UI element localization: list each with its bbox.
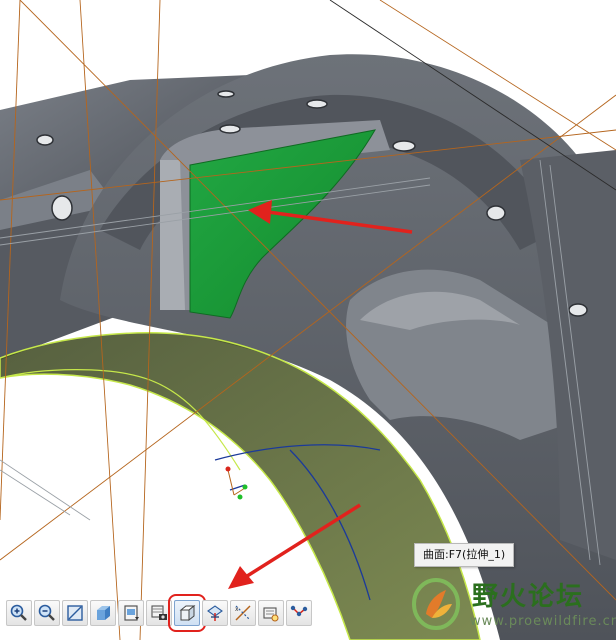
- zoom-in-button[interactable]: [6, 600, 32, 626]
- selection-tooltip: 曲面:F7(拉伸_1): [414, 543, 515, 567]
- cube-shaded-icon: [97, 606, 110, 620]
- refit-icon: [67, 605, 83, 621]
- datum-planes-button[interactable]: [202, 600, 228, 626]
- annotation-icon: [290, 605, 308, 617]
- cube-edges-icon: [179, 604, 196, 622]
- svg-text:x: x: [235, 606, 239, 613]
- forum-watermark: 野火论坛 www.proewildfire.cn: [404, 572, 616, 638]
- datum-plane-icon: [207, 605, 223, 621]
- saved-views-button[interactable]: [118, 600, 144, 626]
- spin-center-icon: [263, 607, 279, 622]
- datum-axes-button[interactable]: x: [230, 600, 256, 626]
- view-toolbar: x: [0, 593, 312, 633]
- saved-view-icon: [124, 605, 139, 621]
- view-manager-button[interactable]: [146, 600, 172, 626]
- forum-name: 野火论坛: [472, 582, 585, 612]
- forum-logo-icon: [412, 578, 460, 630]
- refit-button[interactable]: [62, 600, 88, 626]
- display-style-button[interactable]: [168, 594, 206, 632]
- camera-icon: [151, 605, 167, 620]
- zoom-out-icon: [38, 604, 55, 621]
- model-viewport[interactable]: [0, 0, 616, 640]
- annotation-display-button[interactable]: [286, 600, 312, 626]
- spin-center-button[interactable]: [258, 600, 284, 626]
- zoom-out-button[interactable]: [34, 600, 60, 626]
- datum-axis-icon: x: [235, 605, 251, 621]
- forum-url: www.proewildfire.cn: [470, 614, 616, 629]
- zoom-in-icon: [10, 604, 27, 621]
- repaint-button[interactable]: [90, 600, 116, 626]
